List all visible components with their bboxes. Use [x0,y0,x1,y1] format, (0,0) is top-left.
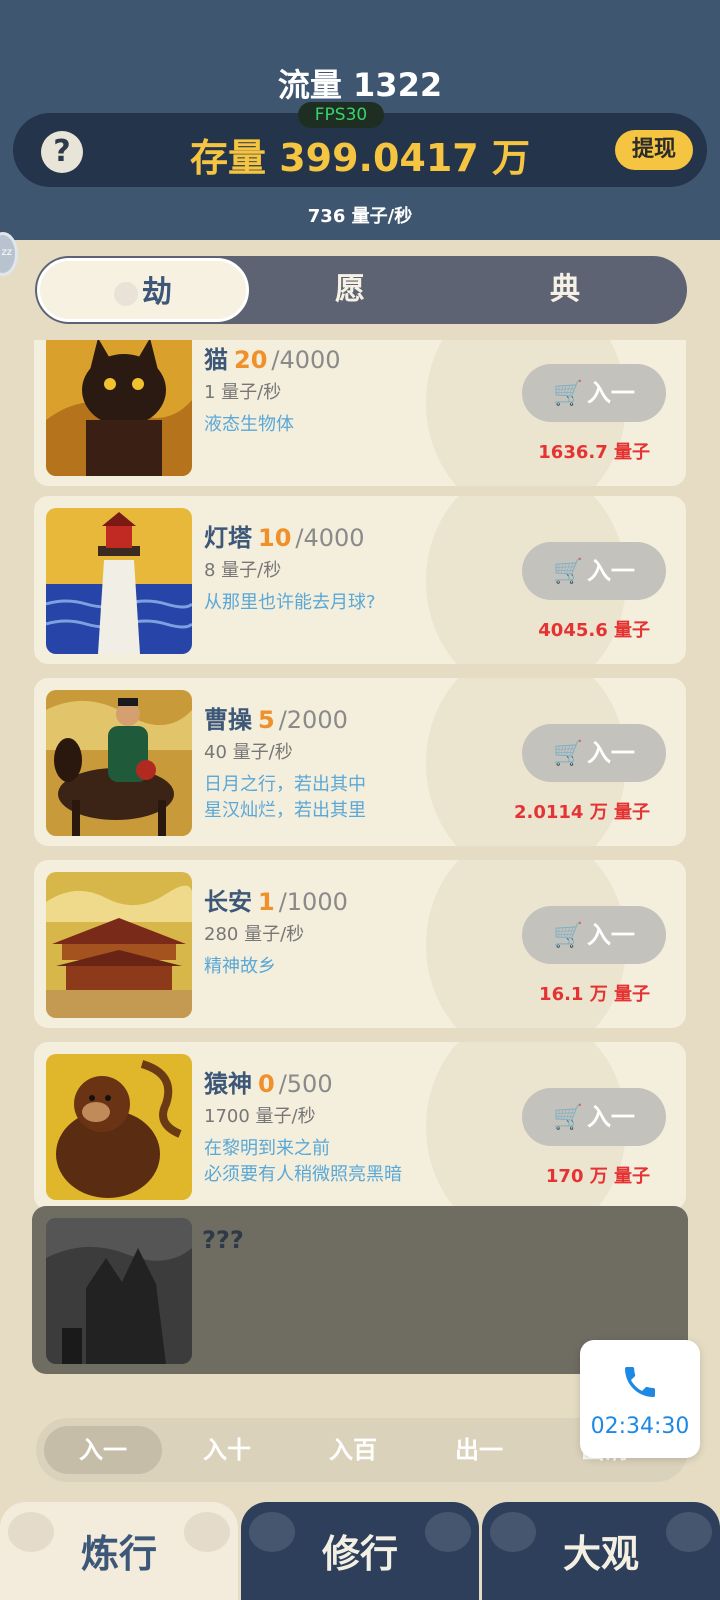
buy-label: 入一 [586,739,635,767]
item-image-caocao [46,690,192,836]
item-max: /4000 [271,346,341,374]
item-name: 猫 [204,346,228,374]
item-rate: 1 量子/秒 [204,382,282,403]
cart-icon: 🛒 [553,921,583,949]
top-header: 流量 1322 ? 存量 399.0417 万 提现 FPS30 736 量子/… [0,0,720,240]
item-image-cat [46,340,192,476]
buy-label: 入一 [586,921,635,949]
nav-decoration [490,1512,536,1552]
item-max: /2000 [278,706,348,734]
item-count: 5 [258,706,275,734]
fps-badge: FPS30 [298,102,384,128]
qty-option-buy-100[interactable]: 入百 [294,1426,412,1474]
bottom-nav: 炼行 修行 大观 [0,1502,720,1600]
call-widget[interactable]: 02:34:30 [580,1340,700,1458]
item-description: 日月之行，若出其中 [204,774,366,795]
tab-label: 劫 [142,275,172,310]
item-count: 20 [234,346,268,374]
item-image-locked [46,1218,192,1364]
item-description-2: 星汉灿烂，若出其里 [204,800,366,821]
item-max: /500 [278,1070,333,1098]
item-count: 1 [258,888,275,916]
buy-one-button[interactable]: 🛒 入一 [522,724,666,782]
item-price: 4045.6 量子 [538,620,650,641]
item-description-2: 必须要有人稍微照亮黑暗 [204,1164,402,1185]
item-title: 长安 1/1000 [204,882,348,917]
nav-label: 大观 [562,1532,639,1576]
item-image-lighthouse [46,508,192,654]
nav-decoration [249,1512,295,1552]
call-timer: 02:34:30 [590,1414,690,1439]
nav-decoration [425,1512,471,1552]
locked-item-name: ??? [202,1226,244,1254]
withdraw-button[interactable]: 提现 [615,130,693,170]
rate-per-second: 736 量子/秒 [307,206,413,227]
item-count: 0 [258,1070,275,1098]
item-name: 猿神 [204,1070,252,1098]
item-image-changan [46,872,192,1018]
item-rate: 40 量子/秒 [204,742,293,763]
cart-icon: 🛒 [553,739,583,767]
buy-one-button[interactable]: 🛒 入一 [522,906,666,964]
buy-label: 入一 [586,557,635,585]
item-price: 2.0114 万 量子 [514,802,650,823]
buy-one-button[interactable]: 🛒 入一 [522,364,666,422]
item-max: /1000 [278,888,348,916]
buy-one-button[interactable]: 🛒 入一 [522,542,666,600]
item-max: /4000 [295,524,365,552]
nav-decoration [666,1512,712,1552]
nav-xiuxing[interactable]: 修行 [241,1502,479,1600]
cart-icon: 🛒 [553,557,583,585]
qty-option-sell-1[interactable]: 出一 [420,1426,538,1474]
item-image-monkey-god [46,1054,192,1200]
item-title: 灯塔 10/4000 [204,518,365,553]
buy-label: 入一 [586,1103,635,1131]
item-description: 在黎明到来之前 [204,1138,330,1159]
tab-dian[interactable]: 典 [490,256,640,324]
item-price: 16.1 万 量子 [539,984,650,1005]
nav-daguan[interactable]: 大观 [482,1502,720,1600]
buy-one-button[interactable]: 🛒 入一 [522,1088,666,1146]
nav-decoration [8,1512,54,1552]
nav-decoration [184,1512,230,1552]
list-item: 灯塔 10/4000 8 量子/秒 从那里也许能去月球? 🛒 入一 4045.6 量… [34,496,686,664]
item-rate: 280 量子/秒 [204,924,305,945]
qty-option-buy-1[interactable]: 入一 [44,1426,162,1474]
nav-label: 炼行 [80,1532,157,1576]
item-description: 液态生物体 [204,414,294,435]
qty-option-buy-10[interactable]: 入十 [168,1426,286,1474]
list-item: 猿神 0/500 1700 量子/秒 在黎明到来之前 必须要有人稍微照亮黑暗 🛒 入… [34,1042,686,1210]
list-item: 长安 1/1000 280 量子/秒 精神故乡 🛒 入一 16.1 万 量子 [34,860,686,1028]
tab-jie[interactable]: 劫 [37,258,249,322]
list-item: 猫 20/4000 1 量子/秒 液态生物体 🛒 入一 1636.7 量子 [34,340,686,486]
item-description: 精神故乡 [204,956,276,977]
cart-icon: 🛒 [553,379,583,407]
stock-amount: 存量 399.0417 万 [190,136,530,180]
item-name: 灯塔 [204,524,252,552]
item-count: 10 [258,524,292,552]
item-price: 1636.7 量子 [538,442,650,463]
tab-yuan[interactable]: 愿 [275,256,425,324]
item-title: 猿神 0/500 [204,1064,333,1099]
category-tabs: 劫 愿 典 [35,256,687,324]
item-name: 曹操 [204,706,252,734]
list-item: 曹操 5/2000 40 量子/秒 日月之行，若出其中 星汉灿烂，若出其里 🛒 入一… [34,678,686,846]
tab-dot-icon [114,281,138,306]
flow-title: 流量 1322 [277,66,443,104]
cart-icon: 🛒 [553,1103,583,1131]
phone-icon [625,1367,655,1397]
item-description: 从那里也许能去月球? [204,592,376,613]
item-title: 猫 20/4000 [204,340,341,375]
item-name: 长安 [204,888,252,916]
item-rate: 1700 量子/秒 [204,1106,316,1127]
buy-label: 入一 [586,379,635,407]
item-rate: 8 量子/秒 [204,560,282,581]
nav-lianxing[interactable]: 炼行 [0,1502,238,1600]
item-price: 170 万 量子 [545,1166,650,1187]
item-title: 曹操 5/2000 [204,700,348,735]
nav-label: 修行 [321,1532,398,1576]
